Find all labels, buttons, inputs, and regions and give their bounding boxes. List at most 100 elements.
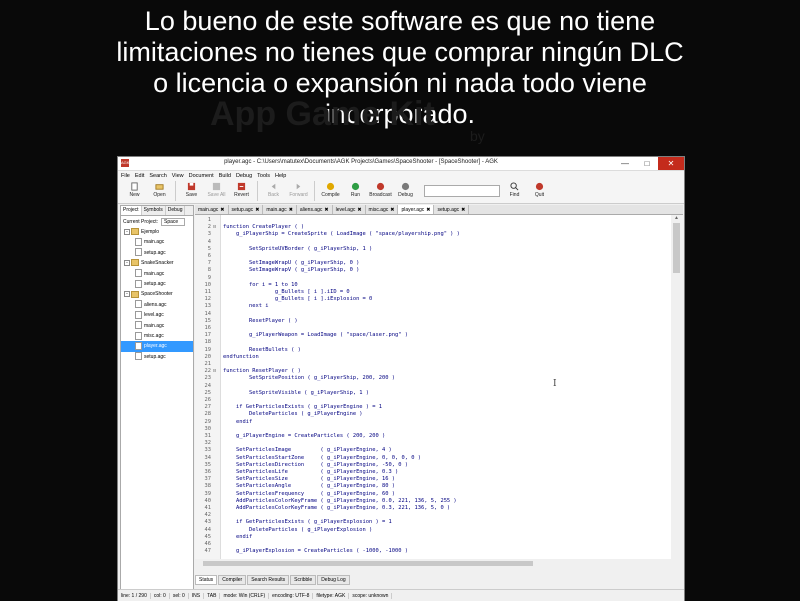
close-tab-icon[interactable]: ✖ — [220, 207, 224, 213]
bottom-tab[interactable]: Search Results — [247, 575, 290, 585]
current-project-select[interactable]: Space — [161, 217, 186, 226]
tree-file[interactable]: main.agc — [121, 269, 193, 279]
bottom-tab[interactable]: Scribble — [290, 575, 317, 585]
line-number: 14 — [204, 310, 212, 317]
find-button[interactable]: Find — [502, 180, 527, 198]
menu-view[interactable]: View — [172, 173, 184, 179]
tree-folder[interactable]: − SnakeSnacker — [121, 258, 193, 268]
close-tab-icon[interactable]: ✖ — [357, 207, 361, 213]
code-text: g_iPlayerShip = CreateSprite ( LoadImage… — [223, 231, 460, 238]
menu-document[interactable]: Document — [189, 173, 214, 179]
status-field: filetype: AGK — [313, 592, 350, 599]
scroll-thumb[interactable] — [673, 223, 680, 273]
close-button[interactable]: ✕ — [658, 157, 684, 170]
vertical-scrollbar[interactable]: ▲ — [671, 215, 682, 559]
tab-project[interactable]: Project — [121, 206, 142, 215]
editor-tab[interactable]: level.agc ✖ — [333, 205, 366, 214]
collapse-icon[interactable]: − — [124, 228, 130, 235]
open-button[interactable]: Open — [147, 180, 172, 198]
tree-file[interactable]: setup.agc — [121, 248, 193, 258]
menu-tools[interactable]: Tools — [257, 173, 270, 179]
line-number: 22 — [204, 368, 212, 375]
revert-button[interactable]: Revert — [229, 180, 254, 198]
editor-tab[interactable]: main.agc ✖ — [263, 205, 297, 214]
revert-label: Revert — [234, 192, 249, 198]
menu-build[interactable]: Build — [219, 173, 231, 179]
save-all-label: Save All — [207, 192, 226, 198]
folder-open-icon — [155, 184, 164, 190]
compile-button[interactable]: Compile — [318, 180, 343, 198]
tree-item-label: main.agc — [144, 239, 165, 246]
save-button[interactable]: Save — [179, 180, 204, 198]
close-tab-icon[interactable]: ✖ — [324, 207, 328, 213]
collapse-icon[interactable]: − — [124, 291, 130, 298]
bottom-tab[interactable]: Status — [195, 575, 218, 585]
editor-tab[interactable]: main.agc ✖ — [195, 205, 229, 214]
fold-icon[interactable]: ⊟ — [213, 224, 216, 231]
forward-button[interactable]: Forward — [286, 180, 311, 198]
new-button[interactable]: New — [122, 180, 147, 198]
tree-file[interactable]: aliens.agc — [121, 300, 193, 310]
back-button[interactable]: Back — [261, 180, 286, 198]
close-tab-icon[interactable]: ✖ — [255, 207, 259, 213]
tree-file[interactable]: main.agc — [121, 321, 193, 331]
menu-edit[interactable]: Edit — [135, 173, 144, 179]
tree-folder[interactable]: − Ejemplo — [121, 227, 193, 237]
code-text: SetSpritePosition ( g_iPlayerShip, 200, … — [223, 375, 396, 382]
broadcast-button[interactable]: Broadcast — [368, 180, 393, 198]
hscroll-thumb[interactable] — [203, 561, 533, 566]
menu-file[interactable]: File — [121, 173, 130, 179]
menu-search[interactable]: Search — [149, 173, 166, 179]
tab-symbols[interactable]: Symbols — [142, 206, 166, 215]
tree-file[interactable]: setup.agc — [121, 279, 193, 289]
code-text: function ResetPlayer ( ) — [223, 368, 301, 375]
status-field: INS — [189, 592, 205, 599]
tree-file[interactable]: setup.agc — [121, 352, 193, 362]
menu-help[interactable]: Help — [275, 173, 286, 179]
line-number: 23 — [204, 375, 212, 382]
editor-tab[interactable]: misc.agc ✖ — [366, 205, 399, 214]
scroll-up-icon[interactable]: ▲ — [673, 215, 680, 221]
maximize-button[interactable]: □ — [636, 157, 658, 170]
line-number: 36 — [204, 469, 212, 475]
close-tab-icon[interactable]: ✖ — [426, 207, 430, 213]
collapse-icon[interactable]: − — [124, 259, 130, 266]
line-number: 27 — [204, 404, 212, 411]
code-editor[interactable]: 1 2 ⊟ function CreatePlayer ( ) 3 g_iPlayerS… — [195, 215, 671, 559]
tree-file[interactable]: misc.agc — [121, 331, 193, 341]
quit-icon — [535, 182, 544, 191]
current-project-row: Current Project: Space — [121, 216, 193, 227]
run-button[interactable]: Run — [343, 180, 368, 198]
horizontal-scrollbar[interactable] — [195, 559, 671, 568]
code-text: DeleteParticles ( g_iPlayerEngine ) — [223, 411, 363, 418]
tree-file[interactable]: player.agc — [121, 341, 193, 352]
tree-file[interactable]: main.agc — [121, 237, 193, 247]
tree-folder[interactable]: − SpaceShooter — [121, 289, 193, 299]
fold-icon[interactable]: ⊟ — [213, 368, 216, 375]
tree-item-label: setup.agc — [144, 353, 166, 360]
tab-debug[interactable]: Debug — [166, 206, 186, 215]
bottom-tab[interactable]: Debug Log — [317, 575, 350, 585]
close-tab-icon[interactable]: ✖ — [289, 207, 293, 213]
minimize-button[interactable]: — — [614, 157, 636, 170]
menu-debug[interactable]: Debug — [236, 173, 252, 179]
editor-tab[interactable]: aliens.agc ✖ — [297, 205, 333, 214]
editor-tab[interactable]: player.agc ✖ — [398, 205, 435, 214]
ide-window: AGK player.agc - C:\Users\matutex\Docume… — [117, 156, 685, 601]
close-tab-icon[interactable]: ✖ — [461, 207, 465, 213]
search-input[interactable] — [424, 185, 500, 197]
bottom-tab[interactable]: Compiler — [218, 575, 247, 585]
close-tab-icon[interactable]: ✖ — [390, 207, 394, 213]
file-icon — [135, 300, 142, 309]
panel-tabs: Project Symbols Debug — [121, 206, 193, 216]
editor-tab[interactable]: setup.agc ✖ — [229, 205, 264, 214]
editor-tab[interactable]: setup.agc ✖ — [434, 205, 470, 214]
status-bar: line: 1 / 290 col: 0 sel: 0 INS TAB mode: Win… — [118, 589, 684, 601]
find-label: Find — [509, 192, 520, 198]
debug-button[interactable]: Debug — [393, 180, 418, 198]
editor-tabs: main.agc ✖ setup.agc ✖ main.agc ✖ aliens.agc ✖ l… — [195, 205, 683, 215]
tree-file[interactable]: level.agc — [121, 310, 193, 320]
quit-button[interactable]: Quit — [527, 180, 552, 198]
save-all-button[interactable]: Save All — [204, 180, 229, 198]
code-text: SetParticlesFrequency ( g_iPlayerEngine,… — [223, 490, 396, 497]
